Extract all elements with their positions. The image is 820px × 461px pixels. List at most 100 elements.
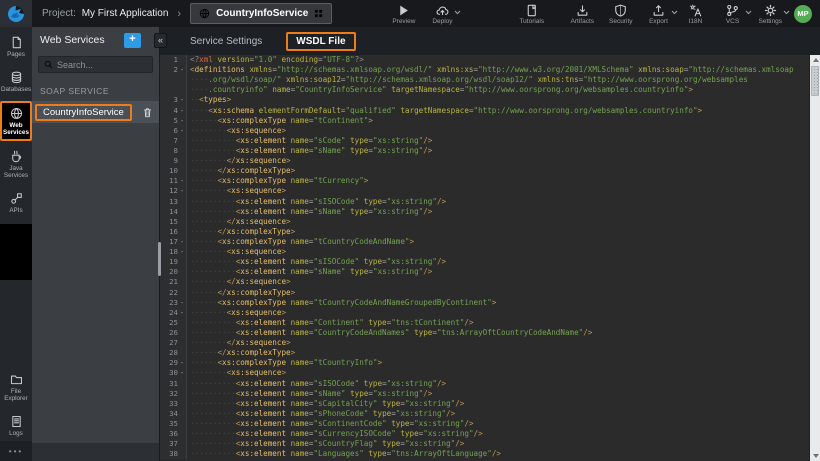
fold-marker — [178, 197, 186, 207]
editor-gutter: 27 — [160, 338, 187, 348]
deploy-button[interactable]: Deploy — [431, 2, 453, 25]
sidebar-more-button[interactable]: ••• — [0, 441, 32, 461]
fold-marker[interactable]: - — [178, 126, 186, 136]
code-text: ······<xs:complexType name="tContinent"> — [187, 116, 373, 126]
code-text: ······<xs:complexType name="tCountryCode… — [187, 237, 414, 247]
editor-gutter: 18- — [160, 247, 187, 257]
tab-service-settings[interactable]: Service Settings — [190, 36, 262, 47]
project-breadcrumb: Project: My First Application — [42, 8, 168, 19]
sidebar-item-label: APIs — [1, 207, 31, 214]
editor-gutter: 24- — [160, 308, 187, 318]
code-text: <?xml version="1.0" encoding="UTF-8"?> — [187, 55, 364, 65]
line-number: 38 — [160, 449, 178, 459]
editor-gutter — [160, 75, 187, 85]
page-icon — [10, 36, 23, 49]
delete-service-button[interactable] — [142, 107, 153, 118]
artifacts-button[interactable]: Artifacts — [571, 2, 594, 25]
service-tab-label: CountryInfoService — [216, 8, 308, 19]
i18n-button[interactable]: I18N — [685, 2, 707, 25]
code-text: ········<xs:sequence> — [187, 126, 286, 136]
upload-icon — [652, 4, 665, 17]
editor-gutter: 21 — [160, 277, 187, 287]
code-text: ········</xs:sequence> — [187, 217, 291, 227]
code-line: 12-········<xs:sequence> — [160, 186, 809, 196]
project-name: My First Application — [82, 8, 169, 19]
export-button[interactable]: Export — [648, 2, 670, 25]
code-text: ··········<xs:element name="sISOCode" ty… — [187, 197, 446, 207]
editor-scrollbar[interactable] — [809, 55, 820, 461]
preview-button[interactable]: Preview — [392, 2, 415, 25]
wsdl-code-editor[interactable]: 1<?xml version="1.0" encoding="UTF-8"?>2… — [160, 55, 809, 461]
add-service-button[interactable]: + — [124, 33, 141, 48]
sidebar-item-java-services[interactable]: Java Services — [0, 145, 32, 183]
fold-marker[interactable]: - — [178, 358, 186, 368]
code-text: ········<xs:sequence> — [187, 186, 286, 196]
fold-marker[interactable]: - — [178, 65, 186, 75]
sidebar-item-apis[interactable]: APIs — [0, 187, 32, 218]
editor-gutter: 14 — [160, 207, 187, 217]
search-input[interactable] — [57, 60, 147, 70]
line-number: 26 — [160, 328, 178, 338]
panel-title: Web Services — [40, 34, 124, 46]
code-text: ········</xs:sequence> — [187, 277, 291, 287]
line-number: 23 — [160, 298, 178, 308]
code-text: ········</xs:sequence> — [187, 338, 291, 348]
fold-marker[interactable]: - — [178, 298, 186, 308]
security-button[interactable]: Security — [609, 2, 632, 25]
user-avatar[interactable]: MP — [794, 5, 812, 23]
editor-gutter: 32 — [160, 389, 187, 399]
code-line: 34··········<xs:element name="sPhoneCode… — [160, 409, 809, 419]
fold-marker[interactable]: - — [178, 368, 186, 378]
code-line: 22······</xs:complexType> — [160, 288, 809, 298]
sidebar-item-label: Java Services — [1, 165, 31, 179]
grid-icon — [314, 9, 323, 18]
service-search[interactable] — [38, 56, 153, 73]
fold-marker[interactable]: - — [178, 237, 186, 247]
service-tab-countryinfoservice[interactable]: CountryInfoService — [190, 3, 332, 24]
sidebar-item-logs[interactable]: Logs — [0, 410, 32, 441]
sidebar-item-databases[interactable]: Databases — [0, 66, 32, 97]
action-label: VCS — [726, 18, 739, 25]
fold-marker[interactable]: - — [178, 116, 186, 126]
scrollbar-down-button[interactable] — [810, 451, 820, 461]
soap-service-section-label: SOAP SERVICE — [32, 79, 159, 101]
book-icon — [525, 4, 538, 17]
line-number: 14 — [160, 207, 178, 217]
fold-marker[interactable]: - — [178, 247, 186, 257]
sidebar-item-pages[interactable]: Pages — [0, 31, 32, 62]
editor-gutter: 15 — [160, 217, 187, 227]
topbar-actions-right: Artifacts Security Export I18N VCS Settings — [571, 2, 782, 25]
line-number: 2 — [160, 65, 178, 75]
panel-resize-handle[interactable] — [158, 242, 161, 276]
service-list-item-countryinfoservice[interactable]: CountryInfoService — [32, 101, 159, 123]
editor-gutter: 37 — [160, 439, 187, 449]
fold-marker[interactable]: - — [178, 95, 186, 105]
line-number: 19 — [160, 257, 178, 267]
tutorials-button[interactable]: Tutorials — [519, 2, 544, 25]
line-number: 17 — [160, 237, 178, 247]
code-text: ······</xs:complexType> — [187, 288, 295, 298]
panel-collapse-button[interactable]: « — [154, 33, 167, 48]
editor-gutter — [160, 85, 187, 95]
code-line: 23-······<xs:complexType name="tCountryC… — [160, 298, 809, 308]
fold-marker[interactable]: - — [178, 308, 186, 318]
fold-marker[interactable]: - — [178, 186, 186, 196]
line-number: 20 — [160, 267, 178, 277]
code-line: 9········</xs:sequence> — [160, 156, 809, 166]
scrollbar-up-button[interactable] — [810, 55, 820, 65]
code-line: 24-········<xs:sequence> — [160, 308, 809, 318]
settings-button[interactable]: Settings — [759, 2, 783, 25]
wavemaker-logo-icon[interactable] — [0, 0, 32, 27]
sidebar-item-file-explorer[interactable]: File Explorer — [0, 368, 32, 406]
tab-wsdl-file[interactable]: WSDL File — [286, 32, 355, 51]
code-text: ····<xs:schema elementFormDefault="quali… — [187, 106, 702, 116]
fold-marker[interactable]: - — [178, 176, 186, 186]
code-line: 17-······<xs:complexType name="tCountryC… — [160, 237, 809, 247]
sidebar-item-label: File Explorer — [1, 388, 31, 402]
sidebar-item-web-services[interactable]: Web Services — [0, 101, 32, 141]
code-line: 8··········<xs:element name="sName" type… — [160, 146, 809, 156]
fold-marker[interactable]: - — [178, 106, 186, 116]
code-line: 27········</xs:sequence> — [160, 338, 809, 348]
scrollbar-thumb[interactable] — [811, 66, 819, 96]
vcs-button[interactable]: VCS — [722, 2, 744, 25]
